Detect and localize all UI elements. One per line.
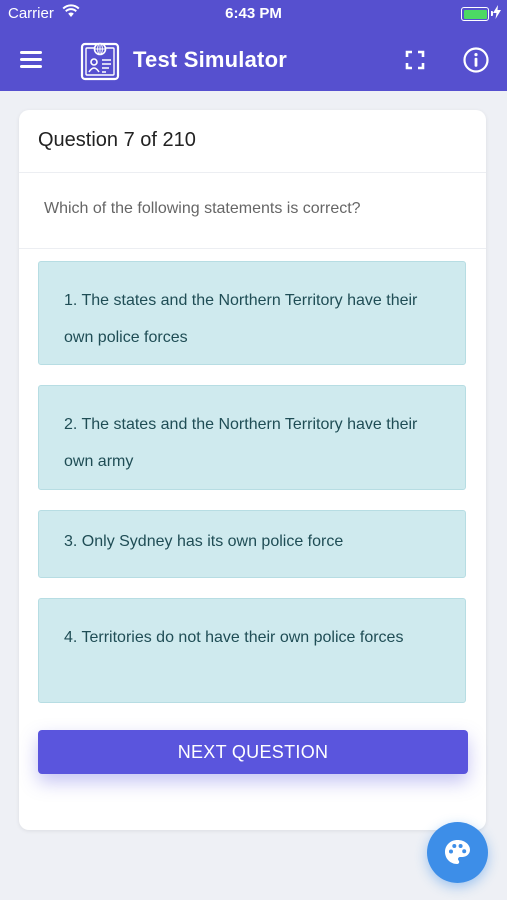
app-header: Test Simulator — [0, 28, 507, 91]
app-title: Test Simulator — [133, 47, 287, 72]
battery-icon — [461, 7, 493, 21]
answer-option-1[interactable]: 1. The states and the Northern Territory… — [38, 261, 466, 365]
menu-icon[interactable] — [18, 45, 46, 73]
answer-option-3[interactable]: 3. Only Sydney has its own police force — [38, 510, 466, 578]
question-header: Question 7 of 210 — [19, 110, 486, 173]
fullscreen-icon[interactable] — [402, 47, 428, 73]
question-body: Which of the following statements is cor… — [19, 172, 486, 249]
answer-option-2[interactable]: 2. The states and the Northern Territory… — [38, 385, 466, 490]
answer-label: 1. The states and the Northern Territory… — [64, 292, 418, 346]
status-bar: Carrier 6:43 PM — [0, 0, 507, 28]
answer-label: 4. Territories do not have their own pol… — [64, 629, 404, 646]
question-card: Question 7 of 210 Which of the following… — [19, 110, 486, 830]
theme-palette-button[interactable] — [427, 822, 488, 883]
next-question-button[interactable]: NEXT QUESTION — [38, 730, 468, 774]
app-logo-icon — [80, 39, 120, 81]
answer-label: 2. The states and the Northern Territory… — [64, 416, 418, 470]
answer-option-4[interactable]: 4. Territories do not have their own pol… — [38, 598, 466, 703]
clock: 6:43 PM — [225, 5, 282, 22]
question-text: Which of the following statements is cor… — [44, 200, 361, 217]
answer-label: 3. Only Sydney has its own police force — [64, 533, 344, 550]
question-counter: Question 7 of 210 — [38, 129, 196, 151]
charging-icon — [493, 5, 501, 24]
info-icon[interactable] — [462, 46, 490, 74]
